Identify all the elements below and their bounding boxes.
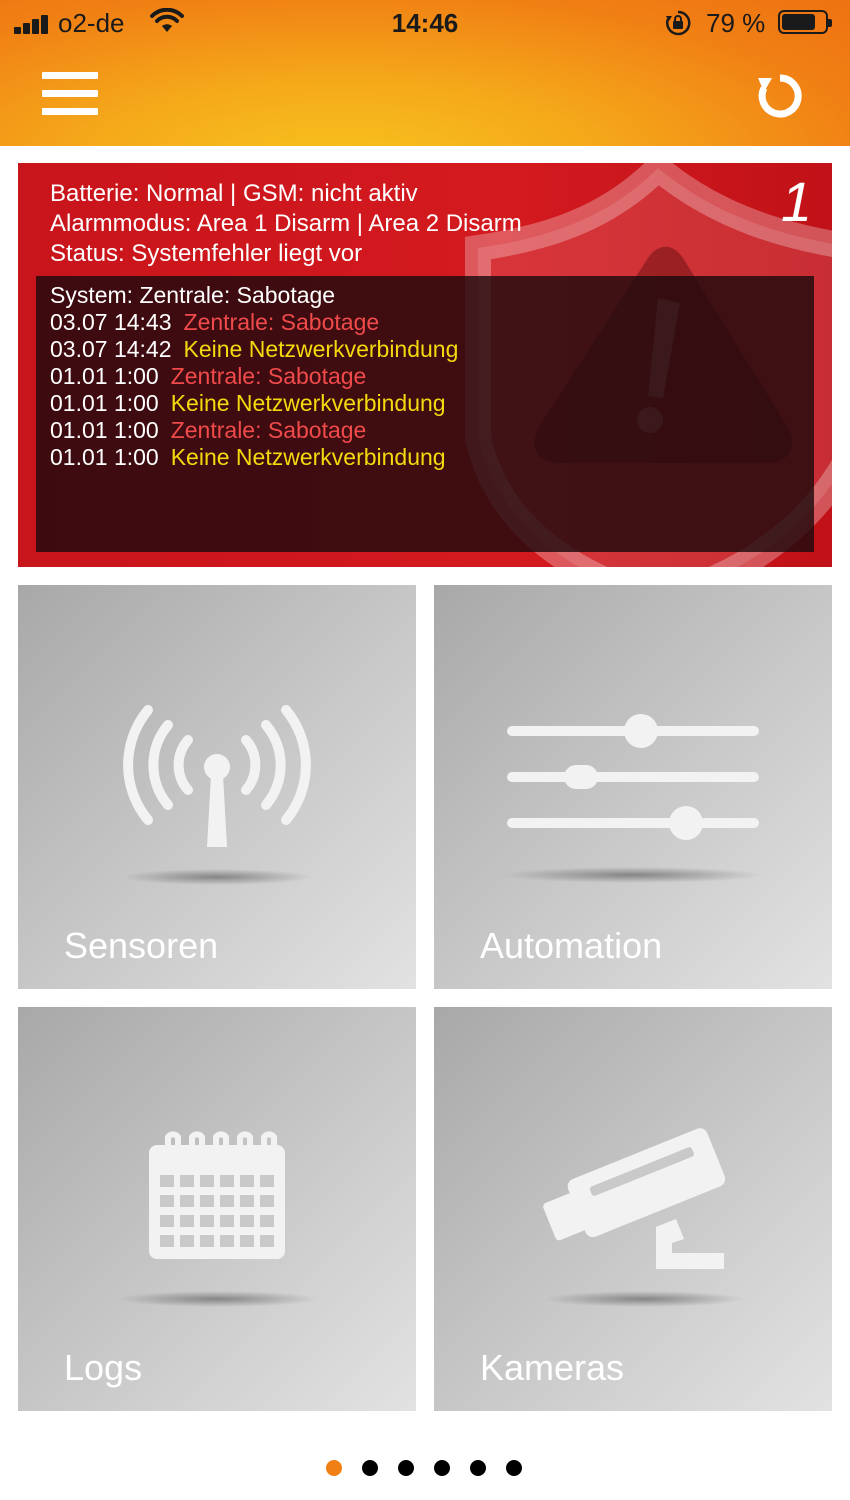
panel-info: Batterie: Normal | GSM: nicht aktiv Alar… [50,179,522,269]
battery-gsm-status: Batterie: Normal | GSM: nicht aktiv [50,180,418,207]
refresh-icon[interactable] [754,70,806,122]
log-date: 03.07 14:42 [50,336,172,362]
event-log-box: System: Zentrale: Sabotage 03.07 14:43 Ze… [36,276,814,552]
rotation-lock-icon [666,10,691,36]
page-dot[interactable] [398,1460,414,1476]
tile-label: Kameras [480,1347,625,1388]
log-entry: 01.01 1:00 Keine Netzwerkverbindung [50,444,800,471]
log-entry: 03.07 14:43 Zentrale: Sabotage [50,309,800,336]
tile-sensoren[interactable]: Sensoren [18,585,416,989]
log-message: Zentrale: Sabotage [170,417,367,443]
log-date: 01.01 1:00 [50,417,159,443]
log-message: Zentrale: Sabotage [170,363,367,389]
hamburger-menu-icon[interactable] [42,72,98,116]
log-entry: 01.01 1:00 Zentrale: Sabotage [50,363,800,390]
panel-number: 1 [780,170,812,233]
sliders-icon [503,714,763,883]
log-date: 01.01 1:00 [50,363,159,389]
app-header: o2-de 14:46 79 % [0,0,850,146]
log-date: 01.01 1:00 [50,390,159,416]
log-message: Keine Netzwerkverbindung [170,390,446,416]
antenna-signal-icon [122,705,312,885]
log-message: Keine Netzwerkverbindung [183,336,459,362]
log-date: 03.07 14:43 [50,309,172,335]
status-bar: o2-de 14:46 79 % [0,0,850,46]
tile-label: Automation [480,925,663,966]
security-camera-icon [543,1128,744,1307]
log-entry: 01.01 1:00 Keine Netzwerkverbindung [50,390,800,417]
page-dot[interactable] [434,1460,450,1476]
page-dot[interactable] [506,1460,522,1476]
alarm-mode: Alarmmodus: Area 1 Disarm | Area 2 Disar… [50,210,522,237]
system-line: System: Zentrale: Sabotage [50,282,336,308]
log-message: Zentrale: Sabotage [183,309,380,335]
battery-percentage: 79 % [706,8,766,38]
tile-label: Sensoren [64,925,219,966]
system-status: Status: Systemfehler liegt vor [50,240,363,267]
calendar-icon [117,1131,317,1307]
tile-kameras[interactable]: Kameras [434,1007,832,1411]
page-indicator [0,1460,850,1480]
tile-logs[interactable]: Logs [18,1007,416,1411]
log-entry: 03.07 14:42 Keine Netzwerkverbindung [50,336,800,363]
tile-label: Logs [64,1347,143,1388]
log-date: 01.01 1:00 [50,444,159,470]
alarm-status-panel[interactable]: 1 Batterie: Normal | GSM: nicht aktiv Al… [18,163,832,567]
log-entry: 01.01 1:00 Zentrale: Sabotage [50,417,800,444]
battery-icon [778,10,832,34]
page-dot[interactable] [470,1460,486,1476]
page-dot[interactable] [362,1460,378,1476]
tile-automation[interactable]: Automation [434,585,832,989]
log-message: Keine Netzwerkverbindung [170,444,446,470]
page-dot[interactable] [326,1460,342,1476]
